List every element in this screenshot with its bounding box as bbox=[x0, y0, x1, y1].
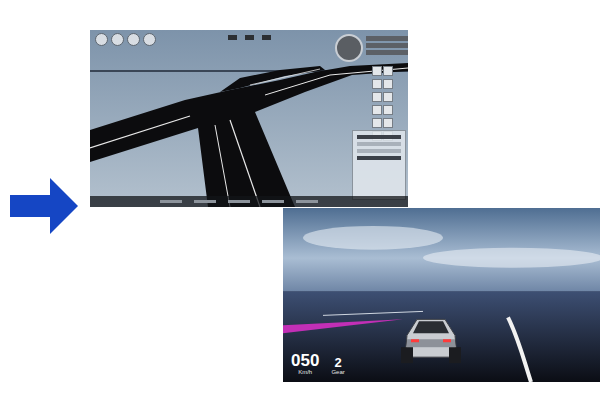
compass-icon[interactable] bbox=[335, 34, 363, 62]
car-icon bbox=[401, 319, 461, 363]
road-editor-screenshot bbox=[90, 30, 408, 207]
tool-button[interactable] bbox=[372, 79, 382, 89]
hud: 050Km/h 2Gear bbox=[291, 352, 345, 376]
properties-panel bbox=[352, 130, 406, 200]
tool-button[interactable] bbox=[383, 105, 393, 115]
info-panel bbox=[366, 34, 408, 62]
arrow-cell bbox=[0, 30, 90, 382]
top-toolbar bbox=[95, 33, 156, 46]
view-buttons bbox=[228, 35, 271, 40]
tool-icon[interactable] bbox=[95, 33, 108, 46]
view-button[interactable] bbox=[245, 35, 254, 40]
tool-button[interactable] bbox=[372, 66, 382, 76]
view-button[interactable] bbox=[262, 35, 271, 40]
gear-indicator: 2Gear bbox=[331, 356, 344, 376]
figure: 050Km/h 2Gear bbox=[0, 0, 600, 414]
tool-button[interactable] bbox=[383, 92, 393, 102]
tool-icon[interactable] bbox=[143, 33, 156, 46]
tool-button[interactable] bbox=[383, 118, 393, 128]
speedometer: 050Km/h bbox=[291, 352, 319, 376]
driving-scene bbox=[283, 208, 600, 382]
view-button[interactable] bbox=[228, 35, 237, 40]
tool-icon[interactable] bbox=[111, 33, 124, 46]
tool-button[interactable] bbox=[372, 105, 382, 115]
tool-icon[interactable] bbox=[127, 33, 140, 46]
minimap-group bbox=[335, 34, 408, 62]
right-arrow-icon bbox=[10, 178, 78, 234]
driving-view-screenshot: 050Km/h 2Gear bbox=[283, 208, 600, 382]
tool-button[interactable] bbox=[372, 118, 382, 128]
tool-button[interactable] bbox=[383, 66, 393, 76]
status-bar bbox=[90, 196, 408, 207]
tool-button[interactable] bbox=[372, 92, 382, 102]
tool-button[interactable] bbox=[383, 79, 393, 89]
